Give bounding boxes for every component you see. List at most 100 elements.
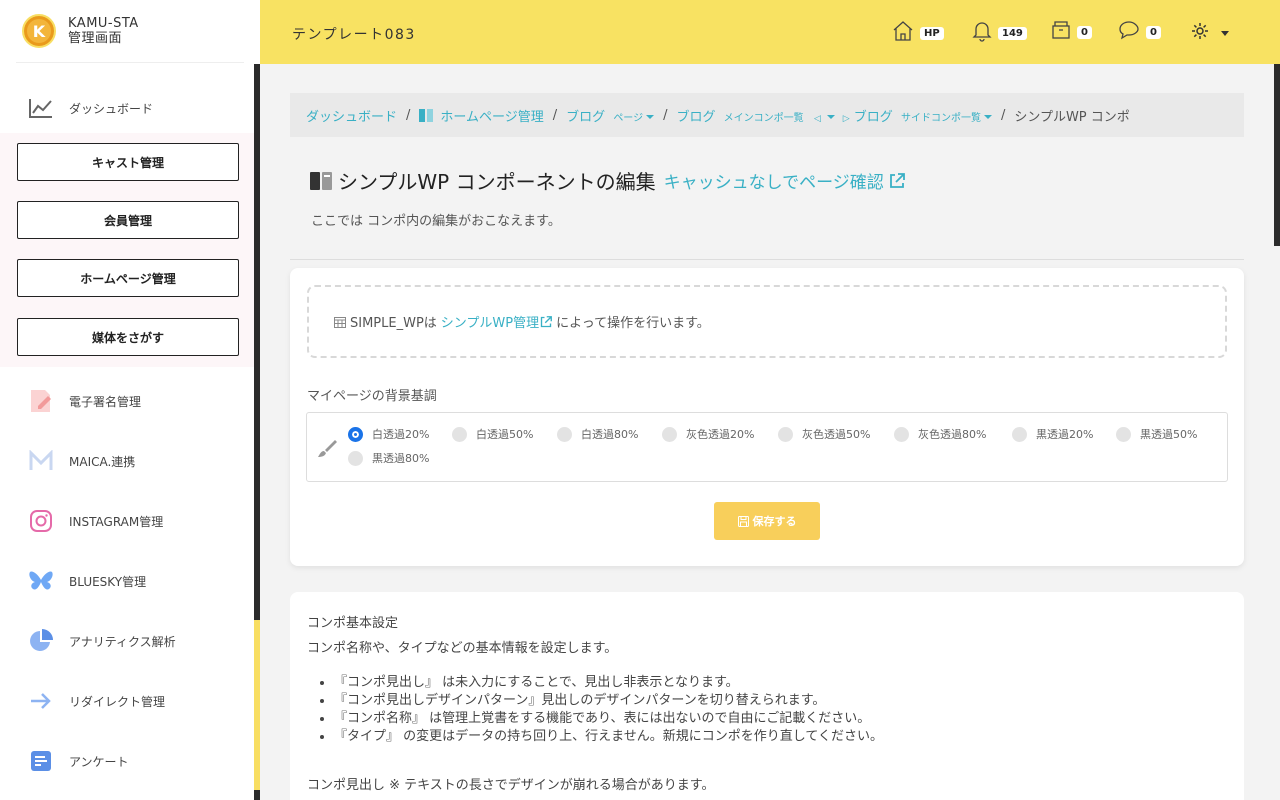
- caret-down-icon: [646, 115, 655, 119]
- brand[interactable]: K KAMU-STA 管理画面: [0, 0, 244, 62]
- breadcrumb-blog-label: ブログ: [853, 109, 893, 125]
- radio-dot[interactable]: [894, 426, 909, 442]
- radio-dot[interactable]: [1116, 426, 1131, 442]
- breadcrumb-dashboard[interactable]: ダッシュボード: [306, 106, 397, 125]
- sidebar-item-survey[interactable]: アンケート: [0, 746, 254, 776]
- breadcrumb: ダッシュボード / ホームページ管理 / ブログ ページ / ブログ メインコン…: [290, 93, 1244, 137]
- sidebar-item-bluesky[interactable]: BLUESKY管理: [0, 566, 254, 596]
- breadcrumb-blog-side[interactable]: ▷ ブログ サイドコンポ一覧: [843, 106, 992, 125]
- sidebar-item-instagram[interactable]: INSTAGRAM管理: [0, 506, 254, 536]
- breadcrumb-blog-label: ブログ: [566, 109, 606, 125]
- radio-dot[interactable]: [557, 426, 572, 442]
- bg-radio-group: 白透過20% 白透過50% 白透過80% 灰色透過20% 灰色透過50% 灰色透…: [306, 412, 1228, 482]
- radio-label: 白透過50%: [476, 428, 534, 441]
- sidebar-item-redirect[interactable]: リダイレクト管理: [0, 686, 254, 716]
- radio-black-50[interactable]: 黒透過50%: [1116, 426, 1197, 442]
- arrow-right-icon: [28, 688, 54, 714]
- sidebar-item-label: リダイレクト管理: [69, 694, 166, 709]
- radio-white-50[interactable]: 白透過50%: [452, 426, 533, 442]
- caret-down-icon: [983, 115, 992, 119]
- breadcrumb-blog-main[interactable]: ブログ メインコンポ一覧 ◁: [677, 106, 835, 125]
- radio-label: 黒透過80%: [372, 452, 430, 465]
- radio-black-80[interactable]: 黒透過80%: [348, 450, 429, 466]
- sidebar-item-label: MAICA.連携: [69, 454, 136, 469]
- brand-divider: [16, 62, 244, 63]
- list-item: 『コンポ見出しデザインパターン』見出しのデザインパターンを切り替えられます。: [334, 692, 883, 710]
- radio-label: 黒透過20%: [1036, 428, 1094, 441]
- breadcrumb-current: シンプルWP コンポ: [1014, 109, 1130, 125]
- radio-label: 白透過80%: [581, 428, 639, 441]
- save-button[interactable]: 保存する: [714, 502, 820, 540]
- page-title-text: シンプルWP コンポーネントの編集: [338, 170, 656, 194]
- gear-icon: [1191, 22, 1209, 44]
- save-icon: [737, 515, 749, 527]
- home-icon: [892, 20, 914, 46]
- sidebar-item-label: アナリティクス解析: [69, 634, 176, 649]
- radio-white-80[interactable]: 白透過80%: [557, 426, 638, 442]
- sidebar-item-label: アンケート: [69, 754, 129, 769]
- sidebar-item-members[interactable]: 会員管理: [17, 201, 239, 239]
- chat-icon: [1118, 20, 1140, 44]
- breadcrumb-blog-pages[interactable]: ブログ ページ: [566, 106, 655, 125]
- sidebar-item-dashboard[interactable]: ダッシュボード: [0, 93, 254, 123]
- sidebar-item-analytics[interactable]: アナリティクス解析: [0, 626, 254, 656]
- sidebar: K KAMU-STA 管理画面 ダッシュボード キャスト管理 会員管理 ホームペ…: [0, 0, 260, 800]
- breadcrumb-blog-side-sub: サイドコンポ一覧: [900, 112, 981, 124]
- radio-dot[interactable]: [348, 450, 363, 466]
- caret-left-icon: ◁: [813, 113, 821, 124]
- radio-dot[interactable]: [1012, 426, 1027, 442]
- radio-gray-20[interactable]: 灰色透過20%: [662, 426, 754, 442]
- radio-dot[interactable]: [778, 426, 793, 442]
- survey-icon: [28, 748, 54, 774]
- external-link-icon: [540, 315, 553, 328]
- signature-icon: [28, 388, 54, 414]
- sidebar-item-media[interactable]: 媒体をさがす: [17, 318, 239, 356]
- external-link-icon: [889, 172, 905, 189]
- brand-subtitle: 管理画面: [68, 31, 123, 46]
- sidebar-item-maica[interactable]: MAICA.連携: [0, 446, 254, 476]
- simplewp-admin-link[interactable]: シンプルWP管理: [441, 312, 553, 331]
- breadcrumb-blog-sub: ページ: [613, 112, 644, 124]
- homepage-button[interactable]: HP: [892, 20, 944, 46]
- list-item: 『コンポ名称』 は管理上覚書をする機能であり、表には出ないので自由にご記載くださ…: [334, 710, 883, 728]
- settings-dropdown[interactable]: [1191, 22, 1229, 44]
- notifications-button[interactable]: 149: [972, 20, 1027, 46]
- radio-gray-80[interactable]: 灰色透過80%: [894, 426, 986, 442]
- caret-right-icon: ▷: [842, 113, 850, 124]
- notification-count: 149: [998, 26, 1027, 40]
- radio-label: 灰色透過80%: [918, 428, 987, 441]
- breadcrumb-homepage[interactable]: ホームページ管理: [440, 106, 543, 125]
- radio-dot[interactable]: [662, 426, 677, 442]
- radio-dot[interactable]: [452, 426, 467, 442]
- maica-icon: [28, 448, 54, 474]
- sidebar-item-homepage[interactable]: ホームページ管理: [17, 259, 239, 297]
- radio-dot[interactable]: [348, 426, 363, 442]
- chat-button[interactable]: 0: [1118, 20, 1161, 44]
- sidebar-item-signature[interactable]: 電子署名管理: [0, 386, 254, 416]
- radio-white-20[interactable]: 白透過20%: [348, 426, 429, 442]
- save-button-label: 保存する: [752, 515, 797, 528]
- radio-gray-50[interactable]: 灰色透過50%: [778, 426, 870, 442]
- info-box: SIMPLE_WPは シンプルWP管理 によって操作を行います。: [307, 285, 1227, 358]
- radio-label: 黒透過50%: [1140, 428, 1198, 441]
- box-button[interactable]: 0: [1051, 20, 1092, 44]
- radio-label: 灰色透過50%: [802, 428, 871, 441]
- page-title: シンプルWP コンポーネントの編集 キャッシュなしでページ確認: [310, 166, 905, 195]
- book-icon: [310, 171, 332, 191]
- radio-black-20[interactable]: 黒透過20%: [1012, 426, 1093, 442]
- sidebar-scrollbar-thumb[interactable]: [254, 620, 260, 790]
- bg-setting-label: マイページの背景基調: [307, 389, 437, 404]
- content-scrollbar[interactable]: [1274, 64, 1280, 246]
- preview-no-cache-link[interactable]: キャッシュなしでページ確認: [664, 168, 905, 193]
- sidebar-item-cast[interactable]: キャスト管理: [17, 143, 239, 181]
- divider: [290, 259, 1244, 260]
- box-icon: [1051, 20, 1071, 44]
- preview-link-label: キャッシュなしでページ確認: [663, 173, 884, 193]
- instagram-icon: [28, 508, 54, 534]
- radio-label: 白透過20%: [372, 428, 430, 441]
- radio-label: 灰色透過20%: [686, 428, 755, 441]
- sidebar-item-label: BLUESKY管理: [69, 574, 147, 589]
- breadcrumb-blog-main-sub: メインコンポ一覧: [723, 112, 804, 124]
- basic-settings-description: コンポ名称や、タイプなどの基本情報を設定します。: [307, 641, 618, 656]
- bell-icon: [972, 20, 992, 46]
